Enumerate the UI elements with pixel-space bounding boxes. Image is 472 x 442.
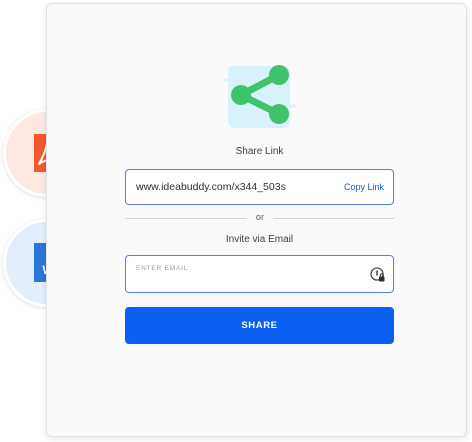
password-manager-icon[interactable]: [370, 267, 386, 283]
email-field: [125, 255, 394, 293]
divider-right: [273, 218, 394, 219]
share-button[interactable]: SHARE: [125, 307, 394, 344]
share-icon: [224, 65, 296, 128]
email-input[interactable]: [136, 262, 361, 274]
invite-title: Invite via Email: [225, 234, 294, 245]
share-link-field: www.ideabuddy.com/x344_503s Copy Link: [125, 169, 394, 205]
divider-left: [125, 218, 247, 219]
share-link-title: Share Link: [235, 146, 284, 157]
divider-or-text: or: [255, 212, 265, 223]
copy-link-button[interactable]: Copy Link: [344, 182, 384, 192]
share-link-url[interactable]: www.ideabuddy.com/x344_503s: [136, 181, 286, 193]
